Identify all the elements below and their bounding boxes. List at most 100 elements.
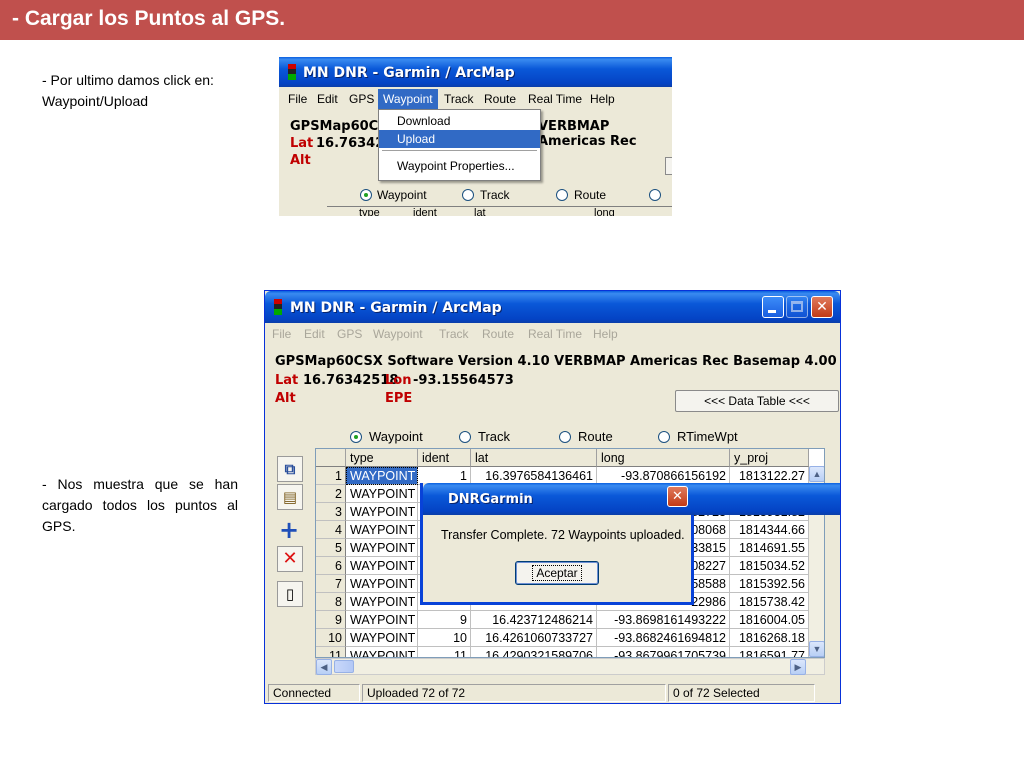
minimize-icon — [768, 310, 776, 313]
column-header-y-proj[interactable]: y_proj — [730, 449, 809, 467]
menu-item-waypoint-properties[interactable]: Waypoint Properties... — [379, 157, 540, 175]
table-cell-ident[interactable]: 9 — [418, 611, 471, 629]
accept-button[interactable]: Aceptar — [515, 561, 599, 585]
minimize-button[interactable] — [762, 296, 784, 318]
table-cell-type[interactable]: WAYPOINT — [346, 557, 418, 575]
dialog-title-bar[interactable]: DNRGarmin ✕ — [423, 483, 840, 515]
menu-real-time[interactable]: Real Time — [528, 327, 582, 341]
table-cell-y-proj[interactable]: 1816591.77 — [730, 647, 809, 657]
delete-row-button[interactable]: ✕ — [277, 546, 303, 572]
row-number[interactable]: 4 — [316, 521, 346, 539]
menu-item-download[interactable]: Download — [379, 112, 540, 130]
table-cell-type[interactable]: WAYPOINT — [346, 521, 418, 539]
menu-file[interactable]: File — [288, 92, 307, 106]
table-cell-y-proj[interactable]: 1816268.18 — [730, 629, 809, 647]
radio-rtimewpt[interactable] — [658, 431, 670, 443]
table-cell-type[interactable]: WAYPOINT — [346, 485, 418, 503]
table-cell-lat[interactable]: 16.4261060733727 — [471, 629, 597, 647]
table-cell-type[interactable]: WAYPOINT — [346, 467, 418, 485]
menu-waypoint[interactable]: Waypoint — [383, 92, 433, 106]
table-cell-type[interactable]: WAYPOINT — [346, 539, 418, 557]
row-number[interactable]: 8 — [316, 593, 346, 611]
table-cell-long[interactable]: -93.8679961705739 — [597, 647, 730, 657]
select-all-button[interactable]: ▯ — [277, 581, 303, 607]
row-number[interactable]: 2 — [316, 485, 346, 503]
menu-edit[interactable]: Edit — [304, 327, 325, 341]
menu-file[interactable]: File — [272, 327, 291, 341]
copy-button[interactable]: ⧉ — [277, 456, 303, 482]
table-cell-lat[interactable]: 16.423712486214 — [471, 611, 597, 629]
radio-rtimewpt[interactable] — [649, 189, 661, 201]
table-cell-ident[interactable]: 10 — [418, 629, 471, 647]
paste-button[interactable]: ▤ — [277, 484, 303, 510]
row-number[interactable]: 7 — [316, 575, 346, 593]
menu-edit[interactable]: Edit — [317, 92, 338, 106]
menu-waypoint[interactable]: Waypoint — [373, 327, 423, 341]
radio-track-label: Track — [478, 429, 511, 444]
scroll-right-arrow[interactable]: ▶ — [790, 659, 806, 675]
row-number[interactable]: 9 — [316, 611, 346, 629]
menu-gps[interactable]: GPS — [337, 327, 362, 341]
menu-separator — [382, 150, 537, 151]
table-header-partial: type ident lat long — [327, 206, 672, 216]
column-header-ident[interactable]: ident — [418, 449, 471, 467]
table-cell-lat[interactable]: 16.4290321589706 — [471, 647, 597, 657]
menu-route[interactable]: Route — [482, 327, 514, 341]
menu-help[interactable]: Help — [590, 92, 615, 106]
table-cell-type[interactable]: WAYPOINT — [346, 647, 418, 657]
menu-gps[interactable]: GPS — [349, 92, 374, 106]
table-cell-y-proj[interactable]: 1814691.55 — [730, 539, 809, 557]
column-header-long[interactable]: long — [597, 449, 730, 467]
add-row-button[interactable]: + — [277, 518, 303, 544]
table-cell-type[interactable]: WAYPOINT — [346, 575, 418, 593]
menu-route[interactable]: Route — [484, 92, 516, 106]
radio-waypoint[interactable] — [360, 189, 372, 201]
table-cell-type[interactable]: WAYPOINT — [346, 611, 418, 629]
radio-route[interactable] — [556, 189, 568, 201]
table-cell-y-proj[interactable]: 1815392.56 — [730, 575, 809, 593]
menu-track[interactable]: Track — [439, 327, 469, 341]
table-cell-y-proj[interactable]: 1814344.66 — [730, 521, 809, 539]
scroll-up-arrow[interactable]: ▲ — [809, 466, 824, 482]
table-cell-y-proj[interactable]: 1815034.52 — [730, 557, 809, 575]
radio-waypoint[interactable] — [350, 431, 362, 443]
row-number[interactable]: 5 — [316, 539, 346, 557]
menu-track[interactable]: Track — [444, 92, 474, 106]
table-cell-type[interactable]: WAYPOINT — [346, 629, 418, 647]
row-number[interactable]: 10 — [316, 629, 346, 647]
scroll-thumb-horizontal[interactable] — [334, 660, 354, 673]
row-number[interactable]: 3 — [316, 503, 346, 521]
column-header-lat[interactable]: lat — [471, 449, 597, 467]
column-header-type[interactable]: type — [346, 449, 418, 467]
table-cell-long[interactable]: -93.8698161493222 — [597, 611, 730, 629]
close-button[interactable]: ✕ — [811, 296, 833, 318]
title-bar[interactable]: MN DNR - Garmin / ArcMap — [279, 57, 672, 87]
table-cell-type[interactable]: WAYPOINT — [346, 503, 418, 521]
row-number[interactable]: 1 — [316, 467, 346, 485]
close-icon: ✕ — [816, 299, 828, 315]
data-table-button[interactable]: <<< Data Table <<< — [675, 390, 839, 412]
main-window-screenshot: MN DNR - Garmin / ArcMap ✕ File Edit GPS… — [264, 290, 841, 704]
radio-route[interactable] — [559, 431, 571, 443]
status-bar: Connected Uploaded 72 of 72 0 of 72 Sele… — [265, 682, 840, 703]
radio-track[interactable] — [462, 189, 474, 201]
table-cell-type[interactable]: WAYPOINT — [346, 593, 418, 611]
row-number[interactable]: 6 — [316, 557, 346, 575]
horizontal-scrollbar[interactable]: ◀ ▶ — [315, 658, 825, 675]
table-cell-long[interactable]: -93.8682461694812 — [597, 629, 730, 647]
scroll-left-arrow[interactable]: ◀ — [316, 659, 332, 675]
title-bar[interactable]: MN DNR - Garmin / ArcMap ✕ — [265, 291, 840, 323]
menu-real-time[interactable]: Real Time — [528, 92, 582, 106]
row-number[interactable]: 11 — [316, 647, 346, 657]
scroll-down-arrow[interactable]: ▼ — [809, 641, 824, 657]
maximize-button[interactable] — [786, 296, 808, 318]
radio-track[interactable] — [459, 431, 471, 443]
menu-item-upload[interactable]: Upload — [379, 130, 540, 148]
table-cell-y-proj[interactable]: 1816004.05 — [730, 611, 809, 629]
table-cell-y-proj[interactable]: 1815738.42 — [730, 593, 809, 611]
data-table-button-partial[interactable] — [665, 157, 672, 175]
menu-help[interactable]: Help — [593, 327, 618, 341]
table-cell-ident[interactable]: 11 — [418, 647, 471, 657]
slide-header: - Cargar los Puntos al GPS. — [0, 0, 1024, 40]
dialog-close-button[interactable]: ✕ — [667, 486, 688, 507]
